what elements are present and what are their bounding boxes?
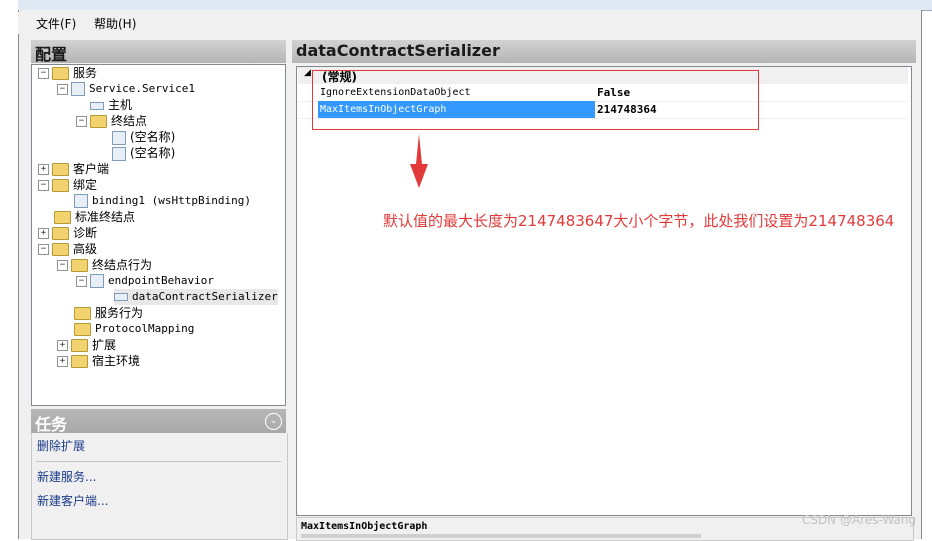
property-header: dataContractSerializer bbox=[292, 40, 916, 63]
collapse-icon[interactable]: − bbox=[57, 260, 68, 271]
tree-node-service1[interactable]: − Service.Service1 bbox=[57, 81, 195, 97]
folder-icon bbox=[52, 67, 69, 80]
folder-icon bbox=[71, 339, 88, 352]
folder-icon bbox=[71, 259, 88, 272]
tree-node-endpoint-empty-2[interactable]: (空名称) bbox=[112, 145, 175, 161]
property-header-label: dataContractSerializer bbox=[296, 41, 500, 60]
new-service-link[interactable]: 新建服务... bbox=[37, 468, 96, 485]
expand-icon[interactable]: + bbox=[38, 164, 49, 175]
tree-node-hosting-env[interactable]: + 宿主环境 bbox=[57, 353, 140, 369]
folder-icon bbox=[74, 307, 91, 320]
property-grid[interactable] bbox=[296, 66, 912, 516]
expand-icon[interactable]: + bbox=[38, 228, 49, 239]
service-icon bbox=[71, 82, 85, 96]
binding-icon bbox=[74, 194, 88, 208]
collapse-icon[interactable]: − bbox=[57, 83, 68, 95]
config-header-label: 配置 bbox=[35, 45, 68, 64]
task-header-label: 任务 bbox=[35, 415, 68, 434]
tree-node-bindings[interactable]: − 绑定 bbox=[38, 177, 97, 193]
folder-icon bbox=[52, 227, 69, 240]
folder-icon bbox=[54, 211, 71, 224]
divider bbox=[36, 461, 281, 462]
collapse-icon[interactable]: − bbox=[76, 275, 87, 287]
collapse-icon[interactable]: − bbox=[38, 244, 49, 255]
config-tree[interactable]: − 服务 − Service.Service1 主机 − 终结点 (空名称) (空名称… bbox=[31, 64, 286, 406]
behavior-icon bbox=[90, 274, 104, 288]
folder-icon bbox=[52, 163, 69, 176]
task-panel: 删除扩展 新建服务... 新建客户端... bbox=[31, 433, 288, 540]
tree-node-diagnostics[interactable]: + 诊断 bbox=[38, 225, 97, 241]
chevron-up-icon[interactable]: ⌄ bbox=[265, 413, 282, 430]
expand-icon[interactable]: + bbox=[57, 340, 68, 351]
task-header: 任务 ⌄ bbox=[31, 409, 286, 434]
folder-icon bbox=[52, 179, 69, 192]
folder-icon bbox=[52, 243, 69, 256]
tree-node-data-contract-serializer[interactable]: dataContractSerializer bbox=[114, 289, 278, 305]
tree-node-standard-endpoints[interactable]: 标准终结点 bbox=[54, 209, 135, 225]
endpoint-icon bbox=[112, 130, 126, 145]
tree-node-endpoint-behavior[interactable]: − endpointBehavior bbox=[76, 273, 214, 289]
host-icon bbox=[90, 101, 104, 110]
tree-node-endpoint-behaviors[interactable]: − 终结点行为 bbox=[57, 257, 152, 273]
folder-icon bbox=[90, 115, 107, 128]
tree-node-advanced[interactable]: − 高级 bbox=[38, 241, 97, 257]
watermark: CSDN @Ares-Wang bbox=[801, 513, 916, 527]
tree-node-services[interactable]: − 服务 bbox=[38, 65, 97, 81]
tree-node-binding1[interactable]: binding1 (wsHttpBinding) bbox=[74, 193, 251, 209]
menu-bar bbox=[18, 12, 920, 34]
folder-icon bbox=[71, 355, 88, 368]
collapse-icon[interactable]: − bbox=[38, 68, 49, 79]
tree-node-extensions[interactable]: + 扩展 bbox=[57, 337, 116, 353]
delete-extension-link[interactable]: 删除扩展 bbox=[37, 437, 85, 454]
collapse-icon[interactable]: − bbox=[76, 116, 87, 127]
collapse-triangle-icon[interactable]: ◢ bbox=[304, 68, 311, 78]
tree-node-protocol-mapping[interactable]: ProtocolMapping bbox=[74, 321, 194, 337]
folder-icon bbox=[74, 322, 91, 336]
config-header: 配置 bbox=[31, 40, 286, 64]
description-title: MaxItemsInObjectGraph bbox=[301, 521, 428, 532]
highlight-box bbox=[312, 70, 759, 130]
expand-icon[interactable]: + bbox=[57, 356, 68, 367]
element-icon bbox=[114, 293, 128, 301]
tree-node-endpoint-empty-1[interactable]: (空名称) bbox=[112, 129, 175, 145]
new-client-link[interactable]: 新建客户端... bbox=[37, 492, 108, 509]
description-text bbox=[301, 534, 701, 538]
arrow-down-icon bbox=[410, 134, 428, 188]
tree-node-endpoints[interactable]: − 终结点 bbox=[76, 113, 147, 129]
menu-help[interactable]: 帮助(H) bbox=[94, 15, 136, 32]
endpoint-icon bbox=[112, 146, 126, 161]
menu-file[interactable]: 文件(F) bbox=[36, 15, 76, 32]
tree-node-client[interactable]: + 客户端 bbox=[38, 161, 109, 177]
tree-node-host[interactable]: 主机 bbox=[90, 97, 132, 113]
tree-node-service-behaviors[interactable]: 服务行为 bbox=[74, 305, 143, 321]
collapse-icon[interactable]: − bbox=[38, 180, 49, 191]
annotation-text: 默认值的最大长度为2147483647大小个字节，此处我们设置为21474836… bbox=[383, 212, 895, 230]
